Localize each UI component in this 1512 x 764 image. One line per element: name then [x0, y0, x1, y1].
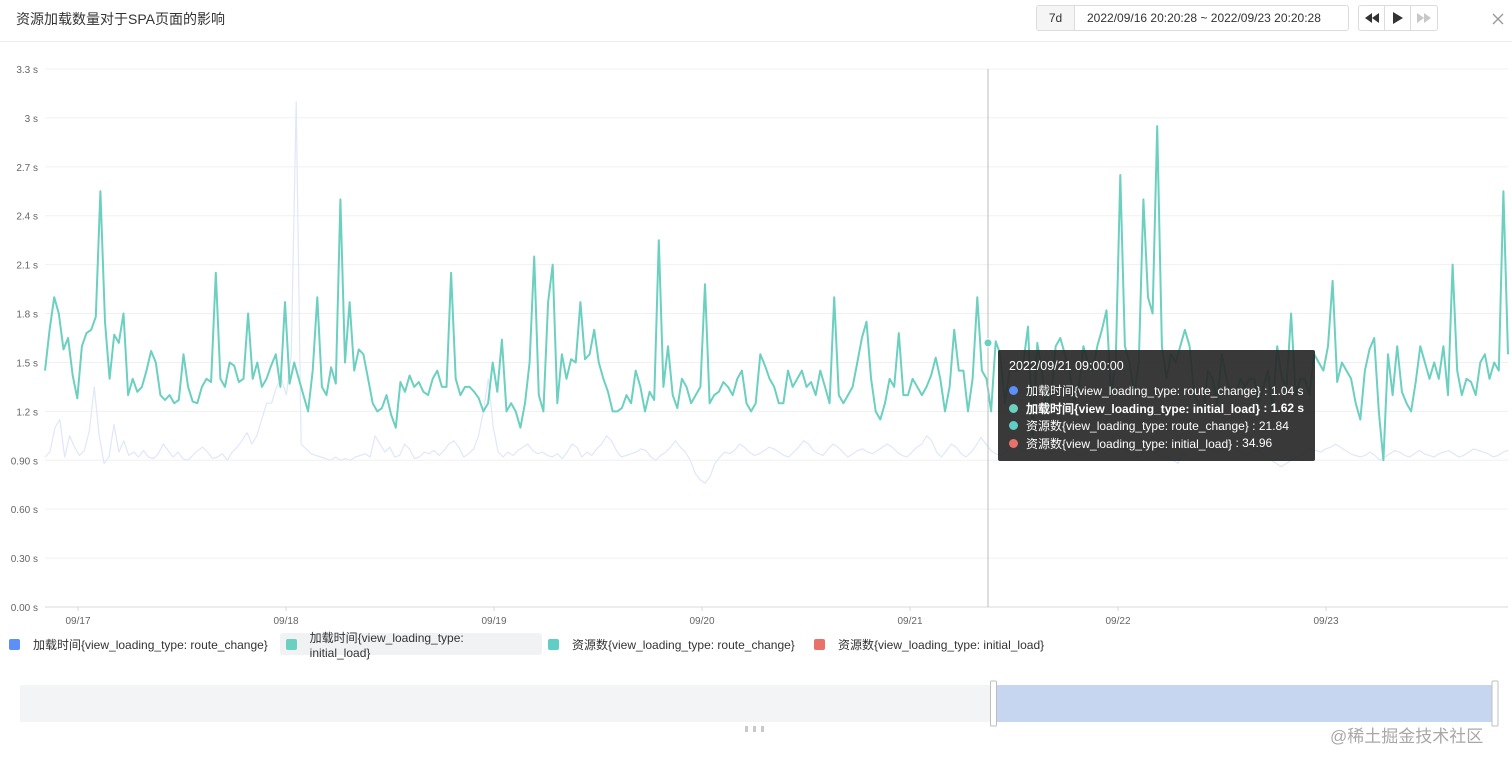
- slider-handle-right: [1491, 680, 1499, 727]
- legend-swatch: [286, 638, 297, 650]
- y-tick-label: 0.30 s: [11, 554, 38, 565]
- play-icon[interactable]: [1385, 6, 1411, 30]
- chart-legend: 加载时间{view_loading_type: route_change} 加载…: [0, 631, 1512, 660]
- y-tick-label: 1.5 s: [16, 358, 38, 369]
- tooltip-label: 资源数{view_loading_type: initial_load}: [1026, 436, 1233, 451]
- y-tick-label: 0.90 s: [11, 456, 38, 467]
- x-tick-label: 09/20: [689, 616, 714, 627]
- chart-header: 资源加载数量对于SPA页面的影响 7d 2022/09/16 20:20:28 …: [0, 0, 1512, 42]
- rewind-icon[interactable]: [1359, 6, 1385, 30]
- watermark-text: @稀土掘金技术社区: [1330, 727, 1484, 746]
- y-tick-label: 0.60 s: [11, 505, 38, 516]
- tooltip-row: 资源数{view_loading_type: initial_load} : 3…: [1009, 435, 1304, 453]
- range-text-input[interactable]: 2022/09/16 20:20:28 ~ 2022/09/23 20:20:2…: [1075, 6, 1348, 30]
- legend-label: 加载时间{view_loading_type: initial_load}: [309, 630, 464, 660]
- chart-title: 资源加载数量对于SPA页面的影响: [16, 11, 225, 27]
- legend-label: 资源数{view_loading_type: route_change}: [572, 637, 795, 652]
- slider-handle-left: [990, 680, 997, 727]
- slider-grip: [753, 726, 756, 732]
- tooltip-label: 加载时间{view_loading_type: initial_load}: [1026, 401, 1261, 416]
- range-preset-button[interactable]: 7d: [1037, 6, 1075, 30]
- tooltip-value: 21.84: [1258, 418, 1289, 433]
- x-tick-label: 09/17: [65, 616, 90, 627]
- legend-item-resources-route-change[interactable]: 资源数{view_loading_type: route_change}: [548, 633, 795, 655]
- slider-grip: [745, 726, 748, 732]
- chart-tooltip: 2022/09/21 09:00:00 加载时间{view_loading_ty…: [998, 350, 1315, 461]
- legend-label: 加载时间{view_loading_type: route_change}: [33, 637, 268, 652]
- y-tick-label: 0.00 s: [11, 603, 38, 614]
- y-tick-label: 3 s: [25, 114, 38, 125]
- slider-grip: [761, 726, 764, 732]
- hover-point: [983, 338, 993, 348]
- legend-label: 资源数{view_loading_type: initial_load}: [838, 637, 1045, 652]
- legend-item-resources-initial-load[interactable]: 资源数{view_loading_type: initial_load}: [814, 633, 1044, 655]
- legend-swatch: [814, 638, 825, 650]
- legend-swatch: [548, 638, 559, 650]
- y-tick-label: 2.1 s: [16, 261, 38, 272]
- tooltip-row: 加载时间{view_loading_type: initial_load} : …: [1009, 400, 1304, 418]
- slider-selection: [993, 685, 1495, 722]
- y-tick-label: 2.7 s: [16, 163, 38, 174]
- time-range-picker: 7d 2022/09/16 20:20:28 ~ 2022/09/23 20:2…: [1036, 5, 1349, 31]
- legend-item-route-change-time[interactable]: 加载时间{view_loading_type: route_change}: [9, 633, 268, 655]
- tooltip-label: 加载时间{view_loading_type: route_change}: [1026, 384, 1261, 399]
- tooltip-row: 加载时间{view_loading_type: route_change} : …: [1009, 382, 1304, 400]
- tooltip-time: 2022/09/21 09:00:00: [1009, 359, 1124, 373]
- x-tick-label: 09/22: [1105, 616, 1130, 627]
- legend-swatch: [9, 638, 20, 650]
- playback-controls: [1358, 5, 1438, 31]
- x-tick-label: 09/19: [481, 616, 506, 627]
- legend-item-initial-load-time[interactable]: 加载时间{view_loading_type: initial_load}: [280, 631, 542, 660]
- tooltip-label: 资源数{view_loading_type: route_change}: [1026, 419, 1249, 434]
- y-tick-label: 3.3 s: [16, 65, 38, 76]
- x-tick-label: 09/21: [897, 616, 922, 627]
- x-tick-label: 09/18: [273, 616, 298, 627]
- tooltip-value: 1.62 s: [1270, 401, 1305, 416]
- fast-forward-icon[interactable]: [1411, 6, 1437, 30]
- y-tick-label: 2.4 s: [16, 212, 38, 223]
- y-tick-label: 1.2 s: [16, 407, 38, 418]
- y-tick-label: 1.8 s: [16, 310, 38, 321]
- x-tick-label: 09/23: [1313, 616, 1338, 627]
- close-icon[interactable]: [1488, 9, 1508, 29]
- tooltip-row: 资源数{view_loading_type: route_change} : 2…: [1009, 417, 1304, 435]
- tooltip-value: 1.04 s: [1270, 383, 1304, 398]
- tooltip-value: 34.96: [1242, 436, 1273, 451]
